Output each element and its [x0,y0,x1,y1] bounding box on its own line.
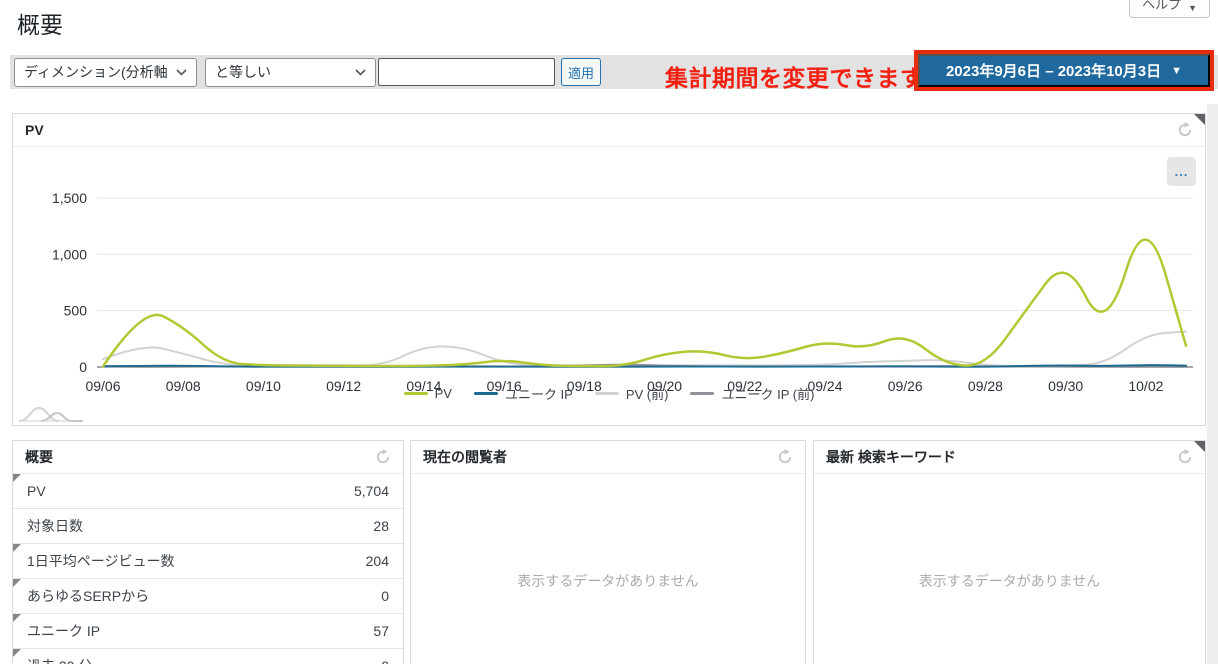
date-range-highlight-box: 2023年9月6日 – 2023年10月3日 ▼ [914,50,1214,91]
pv-chart-panel: PV ... 05001,0001,50009/0609/0809/1009/1… [12,113,1206,426]
chevron-down-icon: ▼ [1171,65,1182,77]
chevron-down-icon: ▼ [1188,3,1197,13]
chevron-down-icon [176,69,187,76]
pv-line-chart: 05001,0001,50009/0609/0809/1009/1209/140… [13,148,1205,400]
chart-brush-sparkline-icon[interactable] [17,405,87,423]
row-tooltip-marker-icon [13,579,21,587]
legend-label: ユニーク IP [505,384,573,403]
legend-item[interactable]: PV [404,386,452,401]
legend-item[interactable]: PV (前) [595,384,669,403]
metric-label: 過去 30 分 [27,656,92,664]
summary-panel-header: 概要 [13,441,403,474]
dimension-select[interactable]: ディメンション(分析軸 [14,58,197,87]
page-title: 概要 [17,6,63,40]
table-row: 過去 30 分 0 [13,649,403,664]
metric-value: 57 [373,623,389,639]
search-keywords-panel: 最新 検索キーワード 表示するデータがありません [813,440,1206,664]
table-row: 対象日数 28 [13,509,403,544]
row-tooltip-marker-icon [13,649,21,657]
scrollbar-gutter[interactable] [1207,104,1218,664]
legend-swatch-icon [474,392,498,395]
metric-value: 0 [381,588,389,604]
summary-panel: 概要 PV 5,704 対象日数 28 1日平均ページビュー数 204 あらゆるSERPから… [12,440,404,664]
refresh-icon[interactable] [375,449,391,465]
legend-swatch-icon [595,392,619,395]
metric-value: 28 [373,518,389,534]
metric-label: ユニーク IP [27,621,100,641]
metric-label: 1日平均ページビュー数 [27,551,175,571]
legend-item[interactable]: ユニーク IP [474,384,573,403]
dimension-select-value: ディメンション(分析軸 [24,62,168,82]
legend-label: ユニーク IP (前) [721,384,814,403]
keywords-panel-title: 最新 検索キーワード [826,447,956,467]
annotation-change-period: 集計期間を変更できます → [665,59,954,93]
chevron-down-icon [355,69,366,76]
keywords-panel-header: 最新 検索キーワード [814,441,1205,474]
summary-panel-title: 概要 [25,447,53,467]
metric-label: PV [27,483,46,499]
legend-swatch-icon [404,392,428,395]
legend-swatch-icon [690,392,714,395]
date-range-label: 2023年9月6日 – 2023年10月3日 [946,60,1161,81]
empty-state-message: 表示するデータがありません [814,571,1205,591]
visitors-panel-header: 現在の閲覧者 [411,441,805,474]
visitors-panel-title: 現在の閲覧者 [423,447,507,467]
svg-text:1,500: 1,500 [52,190,87,206]
svg-text:1,000: 1,000 [52,246,87,262]
metric-value: 204 [366,553,389,569]
legend-label: PV [435,386,452,401]
refresh-icon[interactable] [777,449,793,465]
metric-value: 0 [381,658,389,664]
slimstat-overview-page: 概要 ヘルプ ▼ ディメンション(分析軸 と等しい 適用 集計期間を変更できます… [0,0,1218,664]
filter-bar: ディメンション(分析軸 と等しい 適用 集計期間を変更できます → 2023年9… [10,55,1218,89]
table-row: あらゆるSERPから 0 [13,579,403,614]
operator-select[interactable]: と等しい [205,58,376,87]
table-row: ユニーク IP 57 [13,614,403,649]
refresh-icon[interactable] [1177,449,1193,465]
table-row: 1日平均ページビュー数 204 [13,544,403,579]
row-tooltip-marker-icon [13,614,21,622]
date-range-button[interactable]: 2023年9月6日 – 2023年10月3日 ▼ [918,54,1210,87]
pv-panel-header: PV [13,114,1205,147]
svg-text:0: 0 [79,359,87,375]
row-tooltip-marker-icon [13,474,21,482]
legend-item[interactable]: ユニーク IP (前) [690,384,814,403]
summary-rows: PV 5,704 対象日数 28 1日平均ページビュー数 204 あらゆるSERPから 0 ユニ… [13,474,403,664]
metric-label: 対象日数 [27,516,83,536]
filter-value-input[interactable] [378,58,555,86]
refresh-icon[interactable] [1177,122,1193,138]
operator-select-value: と等しい [215,62,271,82]
table-row: PV 5,704 [13,474,403,509]
svg-text:500: 500 [64,303,88,319]
legend-label: PV (前) [626,384,669,403]
pv-panel-title: PV [25,122,44,138]
apply-filter-button[interactable]: 適用 [561,58,601,86]
empty-state-message: 表示するデータがありません [411,571,805,591]
metric-label: あらゆるSERPから [27,586,149,606]
chart-legend: PV ユニーク IP PV (前) ユニーク IP (前) [13,384,1205,403]
current-visitors-panel: 現在の閲覧者 表示するデータがありません [410,440,806,664]
row-tooltip-marker-icon [13,544,21,552]
help-button-label: ヘルプ [1142,0,1181,13]
metric-value: 5,704 [354,483,389,499]
help-button[interactable]: ヘルプ ▼ [1129,0,1210,18]
